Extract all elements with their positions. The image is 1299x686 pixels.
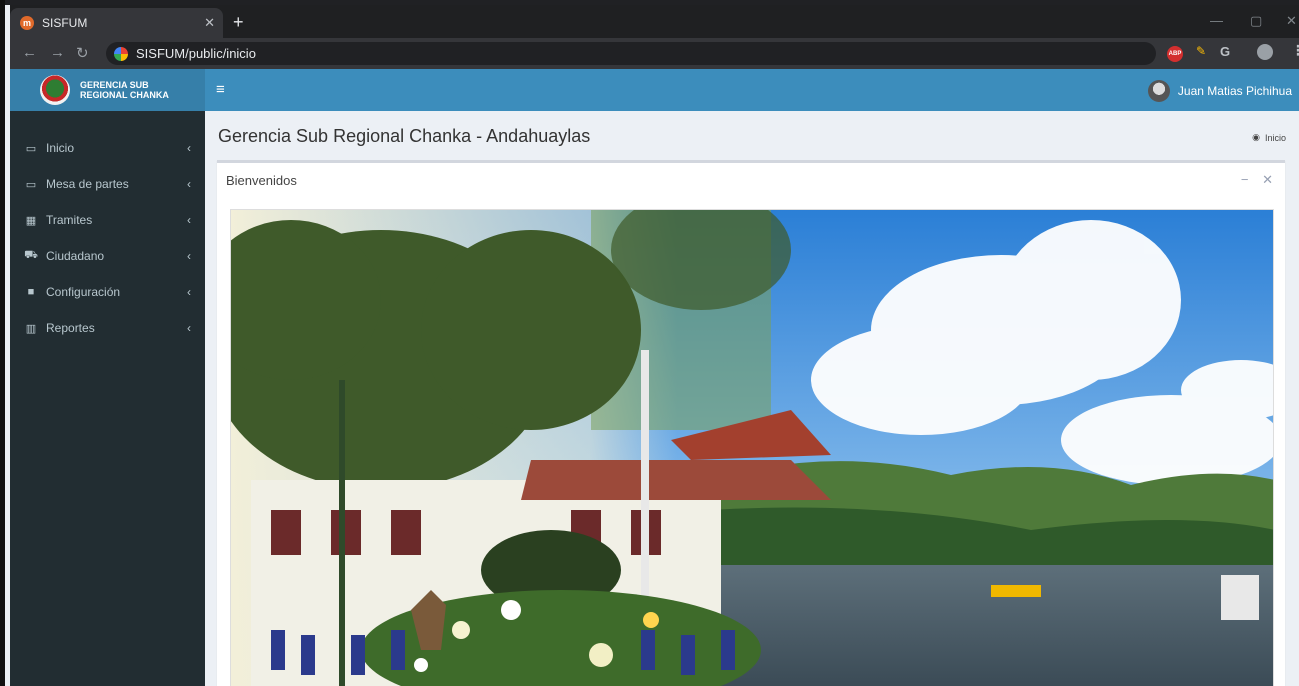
sidebar-item-label: Ciudadano <box>46 249 105 263</box>
new-tab-icon[interactable]: + <box>233 13 244 31</box>
window-close-icon[interactable]: ✕ <box>1286 13 1297 29</box>
chevron-left-icon: ‹ <box>187 285 191 299</box>
address-bar-row: ← → ↻ SISFUM/public/inicio ABP ✎ G ⋮ <box>10 38 1299 69</box>
browser-tab-strip: m SISFUM ✕ + — ▢ ✕ <box>10 5 1299 38</box>
breadcrumb[interactable]: ◉ Inicio <box>1252 132 1286 143</box>
cart-icon: ⛟ <box>24 249 38 261</box>
maximize-icon[interactable]: ▢ <box>1250 13 1262 29</box>
menu-kebab-icon[interactable]: ⋮ <box>1291 42 1299 59</box>
url-text: SISFUM/public/inicio <box>136 46 256 61</box>
back-icon[interactable]: ← <box>22 44 37 61</box>
box-tools: − ✕ <box>1231 172 1273 188</box>
user-menu[interactable]: Juan Matias Pichihua <box>1147 80 1292 102</box>
sidebar: ▭ Inicio ‹ ▭ Mesa de partes ‹ ▦ Tramites… <box>10 111 205 686</box>
sidebar-toggle-icon[interactable]: ≡ <box>216 81 225 98</box>
welcome-box: Bienvenidos − ✕ <box>217 160 1285 686</box>
collapse-icon[interactable]: − <box>1241 172 1249 187</box>
reload-icon[interactable]: ↻ <box>76 44 89 62</box>
bar-chart-icon: ▥ <box>25 322 37 335</box>
breadcrumb-item: Inicio <box>1264 132 1286 143</box>
sidebar-item-mesa-de-partes[interactable]: ▭ Mesa de partes ‹ <box>10 166 205 202</box>
sidebar-item-inicio[interactable]: ▭ Inicio ‹ <box>10 130 205 166</box>
browser-tab[interactable]: m SISFUM ✕ <box>10 8 223 38</box>
sidebar-item-label: Inicio <box>46 141 75 155</box>
chevron-left-icon: ‹ <box>187 249 191 263</box>
sidebar-item-tramites[interactable]: ▦ Tramites ‹ <box>10 202 205 238</box>
google-icon <box>114 46 128 61</box>
adblock-extension-icon[interactable]: ABP <box>1167 46 1183 62</box>
g-extension-icon[interactable]: G <box>1220 44 1230 59</box>
minimize-icon[interactable]: — <box>1210 13 1223 28</box>
dashboard-icon: ◉ <box>1252 132 1260 142</box>
pen-extension-icon[interactable]: ✎ <box>1196 44 1206 58</box>
logo-line-2: REGIONAL CHANKA <box>80 90 169 100</box>
sidebar-item-ciudadano[interactable]: ⛟ Ciudadano ‹ <box>10 238 205 274</box>
user-name: Juan Matias Pichihua <box>1177 84 1292 98</box>
chevron-left-icon: ‹ <box>187 321 191 335</box>
logo-line-1: GERENCIA SUB <box>80 80 149 90</box>
page-title: Gerencia Sub Regional Chanka - Andahuayl… <box>218 126 591 146</box>
chevron-left-icon: ‹ <box>187 141 191 155</box>
tab-title: SISFUM <box>42 16 88 30</box>
sidebar-item-label: Reportes <box>46 321 95 335</box>
profile-icon[interactable] <box>1257 44 1273 60</box>
avatar <box>1147 80 1170 102</box>
laptop-icon: ▭ <box>25 178 37 191</box>
sidebar-item-configuracion[interactable]: ■ Configuración ‹ <box>10 274 205 310</box>
hero-image <box>230 209 1274 686</box>
laptop-icon: ▭ <box>25 142 37 155</box>
logo-emblem-icon <box>40 75 70 105</box>
folder-icon: ■ <box>27 286 35 298</box>
content-header: Gerencia Sub Regional Chanka - Andahuayl… <box>205 111 1299 161</box>
box-title: Bienvenidos <box>226 173 297 188</box>
grid-icon: ▦ <box>25 214 37 227</box>
sidebar-item-label: Configuración <box>46 285 121 299</box>
app-logo[interactable]: GERENCIA SUB REGIONAL CHANKA <box>10 69 205 111</box>
forward-icon[interactable]: → <box>50 44 65 61</box>
landscape-photo <box>231 210 1273 686</box>
url-field[interactable]: SISFUM/public/inicio <box>106 42 1156 65</box>
remove-icon[interactable]: ✕ <box>1262 172 1273 187</box>
chevron-left-icon: ‹ <box>187 213 191 227</box>
chevron-left-icon: ‹ <box>187 177 191 191</box>
tab-close-icon[interactable]: ✕ <box>204 15 215 31</box>
site-favicon-icon: m <box>20 16 34 30</box>
sidebar-item-reportes[interactable]: ▥ Reportes ‹ <box>10 310 205 346</box>
sidebar-item-label: Tramites <box>46 213 93 227</box>
sidebar-item-label: Mesa de partes <box>46 177 129 191</box>
top-navbar: ≡ Juan Matias Pichihua <box>205 69 1299 111</box>
